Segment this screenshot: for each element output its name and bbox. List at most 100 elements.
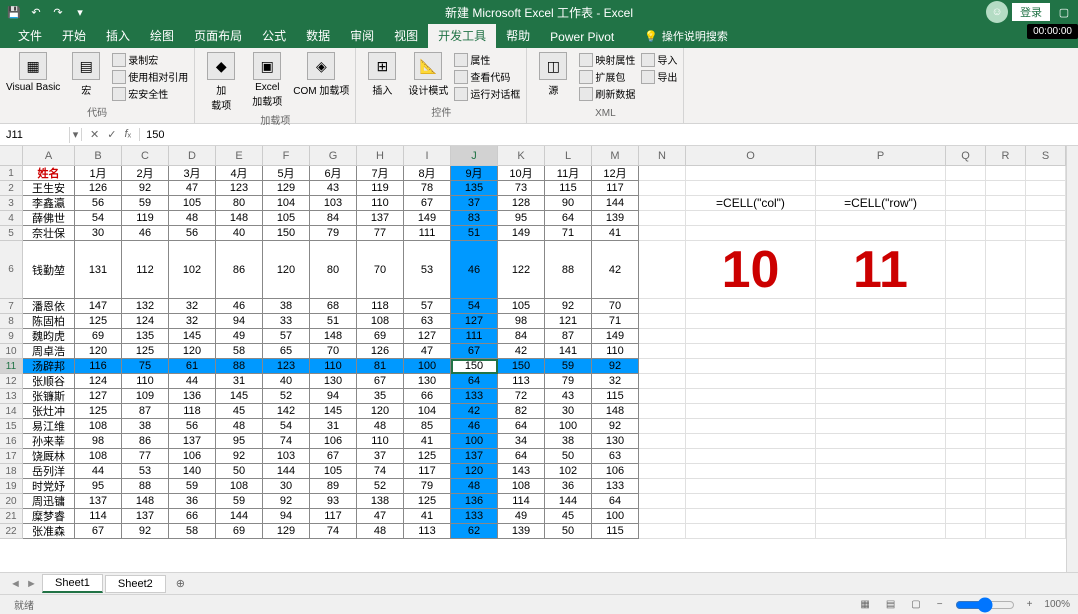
cell-E4[interactable]: 148 [216, 211, 263, 226]
cell-B20[interactable]: 137 [75, 494, 122, 509]
cell-N1[interactable] [639, 166, 686, 181]
cell-L9[interactable]: 87 [545, 329, 592, 344]
cell-N11[interactable] [639, 359, 686, 374]
cell-M1[interactable]: 12月 [592, 166, 639, 181]
cell-M15[interactable]: 92 [592, 419, 639, 434]
col-header-K[interactable]: K [498, 146, 545, 166]
cell-Q18[interactable] [946, 464, 986, 479]
cell-B14[interactable]: 125 [75, 404, 122, 419]
cell-B1[interactable]: 1月 [75, 166, 122, 181]
col-header-E[interactable]: E [216, 146, 263, 166]
name-box[interactable]: J11 [0, 127, 70, 143]
cell-G10[interactable]: 70 [310, 344, 357, 359]
cell-P17[interactable] [816, 449, 946, 464]
cell-G15[interactable]: 31 [310, 419, 357, 434]
cell-O9[interactable] [686, 329, 816, 344]
cell-D13[interactable]: 136 [169, 389, 216, 404]
cell-L11[interactable]: 59 [545, 359, 592, 374]
zoom-in-button[interactable]: + [1023, 599, 1037, 610]
menu-help[interactable]: 帮助 [496, 23, 540, 48]
cell-E8[interactable]: 94 [216, 314, 263, 329]
cancel-formula-icon[interactable]: ✕ [86, 128, 103, 141]
undo-icon[interactable]: ↶ [26, 2, 46, 22]
cell-Q14[interactable] [946, 404, 986, 419]
cell-D12[interactable]: 44 [169, 374, 216, 389]
cell-S6[interactable] [1026, 241, 1066, 299]
cell-B17[interactable]: 108 [75, 449, 122, 464]
cell-B6[interactable]: 131 [75, 241, 122, 299]
cell-A9[interactable]: 魏昀虎 [23, 329, 75, 344]
com-addins-button[interactable]: ◈COM 加载项 [293, 52, 349, 97]
cell-F4[interactable]: 105 [263, 211, 310, 226]
cell-H22[interactable]: 48 [357, 524, 404, 539]
cell-G1[interactable]: 6月 [310, 166, 357, 181]
cell-G18[interactable]: 105 [310, 464, 357, 479]
row-header-5[interactable]: 5 [0, 226, 23, 241]
cell-E16[interactable]: 95 [216, 434, 263, 449]
cell-R22[interactable] [986, 524, 1026, 539]
cell-I2[interactable]: 78 [404, 181, 451, 196]
menu-developer[interactable]: 开发工具 [428, 23, 496, 48]
xml-import-button[interactable]: 导入 [641, 52, 677, 67]
tab-next-icon[interactable]: ► [26, 578, 40, 590]
cell-H14[interactable]: 120 [357, 404, 404, 419]
cell-N9[interactable] [639, 329, 686, 344]
row-header-22[interactable]: 22 [0, 524, 23, 539]
cell-R3[interactable] [986, 196, 1026, 211]
menu-draw[interactable]: 绘图 [140, 23, 184, 48]
cell-K8[interactable]: 98 [498, 314, 545, 329]
col-header-M[interactable]: M [592, 146, 639, 166]
cell-Q13[interactable] [946, 389, 986, 404]
macros-button[interactable]: ▤ 宏 [66, 52, 106, 97]
cell-M19[interactable]: 133 [592, 479, 639, 494]
cell-O6[interactable]: 10 [686, 241, 816, 299]
cell-C13[interactable]: 109 [122, 389, 169, 404]
row-header-4[interactable]: 4 [0, 211, 23, 226]
cell-S17[interactable] [1026, 449, 1066, 464]
view-code-button[interactable]: 查看代码 [454, 69, 520, 84]
cell-C5[interactable]: 46 [122, 226, 169, 241]
cell-P18[interactable] [816, 464, 946, 479]
cell-I12[interactable]: 130 [404, 374, 451, 389]
menu-view[interactable]: 视图 [384, 23, 428, 48]
cell-A20[interactable]: 周迅镛 [23, 494, 75, 509]
cell-P9[interactable] [816, 329, 946, 344]
cell-S13[interactable] [1026, 389, 1066, 404]
xml-source-button[interactable]: ◫源 [533, 52, 573, 97]
cell-P21[interactable] [816, 509, 946, 524]
cell-Q10[interactable] [946, 344, 986, 359]
cell-J20[interactable]: 136 [451, 494, 498, 509]
cell-C16[interactable]: 86 [122, 434, 169, 449]
cell-P1[interactable] [816, 166, 946, 181]
cell-D17[interactable]: 106 [169, 449, 216, 464]
cell-K18[interactable]: 143 [498, 464, 545, 479]
tab-prev-icon[interactable]: ◄ [10, 578, 24, 590]
cell-R6[interactable] [986, 241, 1026, 299]
cell-D20[interactable]: 36 [169, 494, 216, 509]
cell-K17[interactable]: 64 [498, 449, 545, 464]
cell-H15[interactable]: 48 [357, 419, 404, 434]
cell-E15[interactable]: 48 [216, 419, 263, 434]
cell-G20[interactable]: 93 [310, 494, 357, 509]
cell-I18[interactable]: 117 [404, 464, 451, 479]
row-header-1[interactable]: 1 [0, 166, 23, 181]
refresh-data-button[interactable]: 刷新数据 [579, 86, 635, 101]
cell-M13[interactable]: 115 [592, 389, 639, 404]
cell-M11[interactable]: 92 [592, 359, 639, 374]
cell-K14[interactable]: 82 [498, 404, 545, 419]
fx-icon[interactable]: fₓ [120, 128, 135, 141]
cell-F12[interactable]: 40 [263, 374, 310, 389]
cell-D18[interactable]: 140 [169, 464, 216, 479]
cell-F18[interactable]: 144 [263, 464, 310, 479]
cell-C7[interactable]: 132 [122, 299, 169, 314]
cell-K4[interactable]: 95 [498, 211, 545, 226]
cell-A19[interactable]: 时党妤 [23, 479, 75, 494]
cell-A2[interactable]: 王生安 [23, 181, 75, 196]
cell-L21[interactable]: 45 [545, 509, 592, 524]
cell-B7[interactable]: 147 [75, 299, 122, 314]
cell-A21[interactable]: 糜梦睿 [23, 509, 75, 524]
cell-P14[interactable] [816, 404, 946, 419]
cell-K11[interactable]: 150 [498, 359, 545, 374]
cell-E14[interactable]: 45 [216, 404, 263, 419]
cell-N17[interactable] [639, 449, 686, 464]
